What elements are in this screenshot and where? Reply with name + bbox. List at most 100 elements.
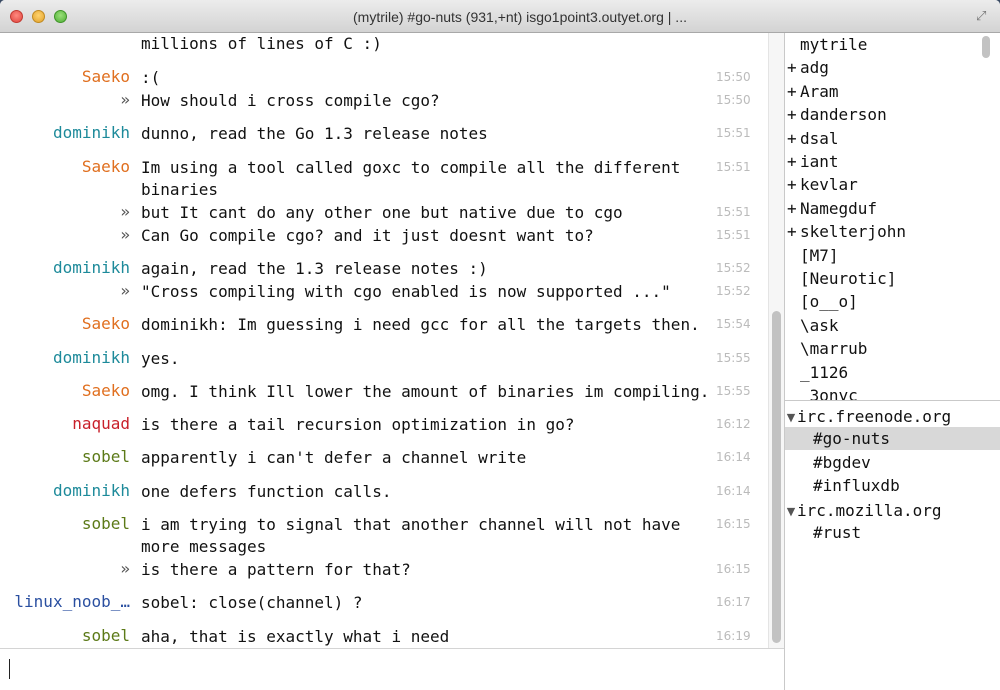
disclosure-triangle-icon[interactable]: ▼ <box>785 411 797 424</box>
message-nick[interactable]: dominikh <box>53 123 130 142</box>
user-mode-prefix: + <box>787 222 797 242</box>
user-list-item[interactable]: \marrub <box>785 339 867 362</box>
continuation-marker: » <box>120 202 130 221</box>
fullscreen-icon[interactable]: ⤢ <box>976 10 992 24</box>
message-timestamp: 15:55 <box>716 351 751 365</box>
user-name: kevlar <box>800 175 858 195</box>
user-name: Namegduf <box>800 198 878 218</box>
user-name: [Neurotic] <box>800 269 897 288</box>
user-mode-prefix: + <box>787 81 797 101</box>
message-text: omg. I think Ill lower the amount of bin… <box>141 382 710 401</box>
message-text: is there a pattern for that? <box>141 560 411 579</box>
app-window: (mytrile) #go-nuts (931,+nt) isgo1point3… <box>0 0 1000 690</box>
message-text: apparently i can't defer a channel write <box>141 448 527 467</box>
user-mode-prefix: + <box>787 175 797 195</box>
message-text: millions of lines of C :) <box>141 34 382 53</box>
message-timestamp: 15:52 <box>716 261 751 275</box>
message-timestamp: 16:17 <box>716 595 751 609</box>
message-nick[interactable]: dominikh <box>53 348 130 367</box>
close-icon[interactable] <box>10 10 23 23</box>
message-text: dunno, read the Go 1.3 release notes <box>141 124 488 143</box>
message-nick[interactable]: sobel <box>82 626 130 645</box>
message-timestamp: 15:50 <box>716 93 751 107</box>
message-text: Im using a tool called goxc to compile a… <box>141 158 681 199</box>
user-list-item[interactable]: _1126 <box>785 363 848 386</box>
user-list-item[interactable]: + kevlar <box>785 175 858 198</box>
chat-scrollbar[interactable] <box>768 33 785 648</box>
user-list-scrollbar-thumb[interactable] <box>982 36 990 58</box>
channel-name: #influxdb <box>813 476 900 496</box>
user-name: Aram <box>800 81 839 101</box>
message-nick[interactable]: sobel <box>82 447 130 466</box>
continuation-marker: » <box>120 559 130 578</box>
message-nick[interactable]: naquad <box>72 414 130 433</box>
message-timestamp: 15:55 <box>716 384 751 398</box>
message-nick[interactable]: Saeko <box>82 314 130 333</box>
user-name: iant <box>800 152 839 171</box>
user-list-item[interactable]: + dsal <box>785 129 839 152</box>
user-list-item[interactable]: + Aram <box>785 82 839 105</box>
user-name: \marrub <box>800 339 868 359</box>
channel-item[interactable]: #influxdb <box>785 474 1000 497</box>
message-text: aha, that is exactly what i need <box>141 627 450 646</box>
user-list-item[interactable]: mytrile <box>785 35 867 58</box>
message-text: :( <box>141 68 161 87</box>
minimize-icon[interactable] <box>32 10 45 23</box>
channel-name: #bgdev <box>813 452 871 472</box>
user-list-item[interactable]: + danderson <box>785 105 887 128</box>
message-nick[interactable]: linux_noob_… <box>14 592 130 611</box>
user-list[interactable]: mytrile + adg + Aram + danderson + dsal + iant + kev… <box>785 33 1000 400</box>
message-text: again, read the 1.3 release notes :) <box>141 259 488 278</box>
user-list-item[interactable]: + adg <box>785 58 829 81</box>
message-text: is there a tail recursion optimization i… <box>141 415 575 434</box>
maximize-icon[interactable] <box>54 10 67 23</box>
user-list-item[interactable]: \ask <box>785 316 839 339</box>
user-list-item[interactable]: [o__o] <box>785 292 858 315</box>
message-nick[interactable]: Saeko <box>82 67 130 86</box>
message-timestamp: 16:15 <box>716 562 751 576</box>
user-list-scrollbar[interactable] <box>978 33 994 400</box>
channel-item[interactable]: #rust <box>785 521 1000 544</box>
message-nick[interactable]: dominikh <box>53 258 130 277</box>
user-name: [M7] <box>800 245 839 265</box>
channel-name: #go-nuts <box>813 429 891 449</box>
message-nick[interactable]: sobel <box>82 514 130 533</box>
message-text: How should i cross compile cgo? <box>141 91 440 110</box>
message-text: i am trying to signal that another chann… <box>141 515 681 556</box>
channel-item[interactable]: #bgdev <box>785 451 1000 474</box>
user-mode-prefix: + <box>787 198 797 218</box>
message-timestamp: 16:12 <box>716 417 751 431</box>
message-timestamp: 16:15 <box>716 517 751 531</box>
message-timestamp: 15:51 <box>716 205 751 219</box>
user-name: _3onyc <box>800 386 858 400</box>
user-name: mytrile <box>800 35 868 54</box>
user-name: \ask <box>800 315 839 335</box>
user-name: skelterjohn <box>800 222 906 242</box>
message-nick[interactable]: dominikh <box>53 481 130 500</box>
message-text: dominikh: Im guessing i need gcc for all… <box>141 315 700 334</box>
disclosure-triangle-icon[interactable]: ▼ <box>785 505 797 518</box>
message-timestamp: 15:52 <box>716 284 751 298</box>
user-list-item[interactable]: [Neurotic] <box>785 269 896 292</box>
user-list-item[interactable]: [M7] <box>785 246 839 269</box>
channel-name: #rust <box>813 523 862 542</box>
channel-item[interactable]: #go-nuts <box>785 427 1000 451</box>
user-list-item[interactable]: + Namegduf <box>785 199 877 222</box>
message-text: Can Go compile cgo? and it just doesnt w… <box>141 226 594 245</box>
message-nick[interactable]: Saeko <box>82 381 130 400</box>
user-list-item[interactable]: _3onyc <box>785 386 858 400</box>
server-name: irc.mozilla.org <box>797 500 942 520</box>
continuation-marker: » <box>120 225 130 244</box>
message-timestamp: 16:14 <box>716 484 751 498</box>
user-list-item[interactable]: + skelterjohn <box>785 222 906 245</box>
chat-log[interactable]: millions of lines of C :) Saeko :( 15:50 » Ho… <box>0 33 768 648</box>
message-input[interactable] <box>5 655 783 681</box>
server-name: irc.freenode.org <box>797 407 952 426</box>
message-text: yes. <box>141 349 180 368</box>
title-bar[interactable]: (mytrile) #go-nuts (931,+nt) isgo1point3… <box>0 0 1000 33</box>
chat-scrollbar-thumb[interactable] <box>772 311 781 643</box>
message-nick[interactable]: Saeko <box>82 157 130 176</box>
user-mode-prefix: + <box>787 105 797 125</box>
user-mode-prefix: + <box>787 58 797 78</box>
user-list-item[interactable]: + iant <box>785 152 839 175</box>
